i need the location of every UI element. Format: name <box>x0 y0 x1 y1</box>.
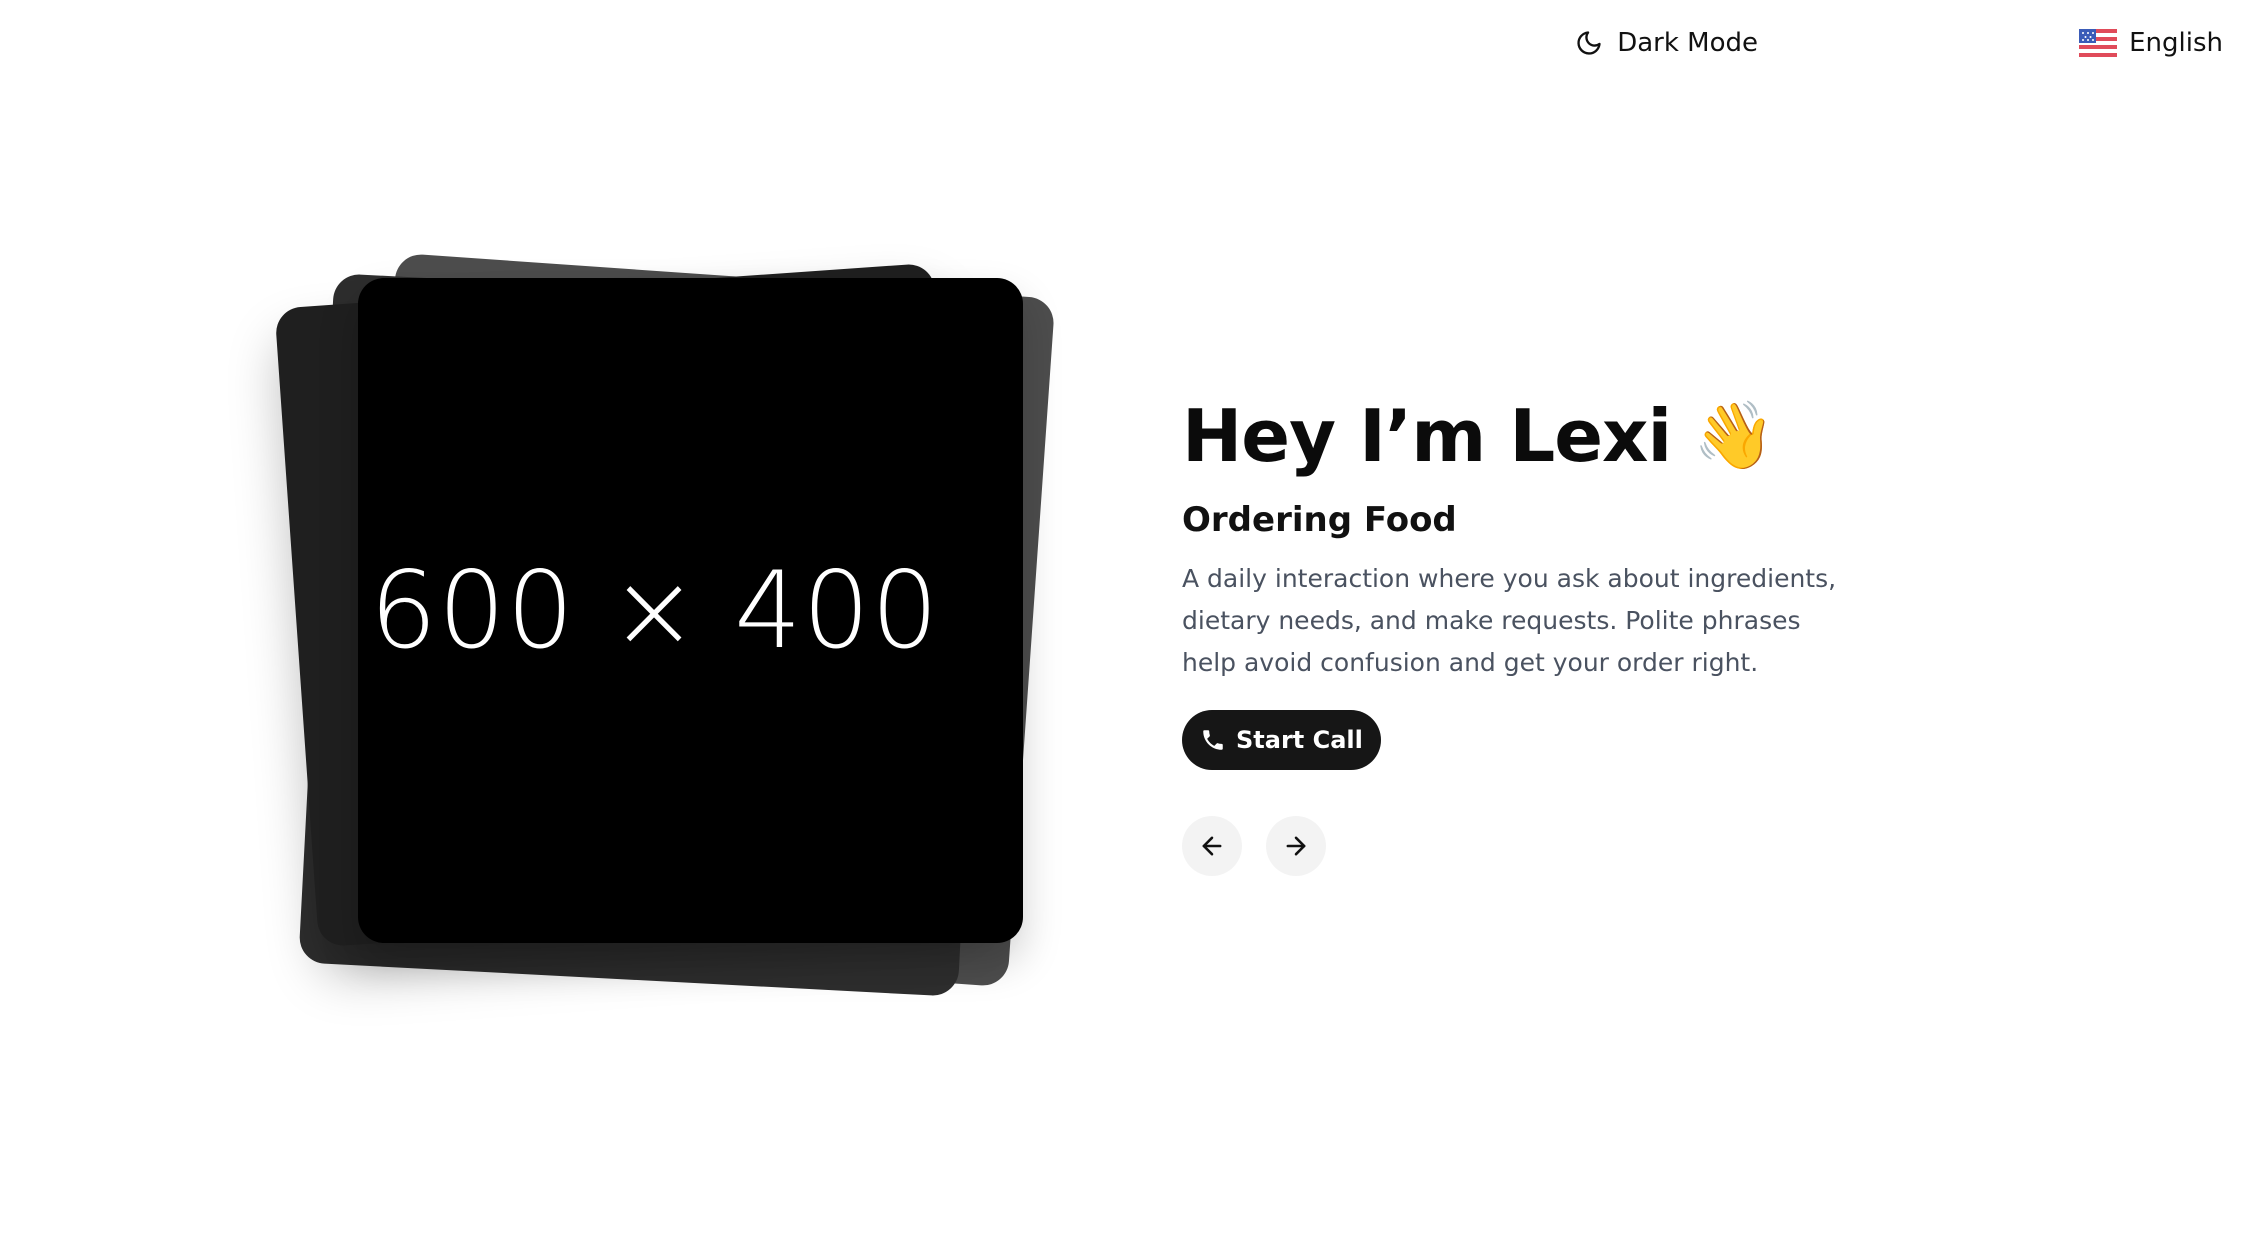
hero-description: A daily interaction where you ask about … <box>1182 564 1837 677</box>
start-call-button[interactable]: Start Call <box>1182 710 1381 770</box>
previous-button[interactable] <box>1182 816 1242 876</box>
dark-mode-button[interactable]: Dark Mode <box>1575 28 1758 58</box>
language-selector[interactable]: English <box>2079 28 2223 58</box>
us-flag-icon <box>2079 29 2118 57</box>
moon-icon <box>1577 31 1601 55</box>
arrow-right-icon <box>1286 836 1306 856</box>
image-placeholder-text: 600 × 400 <box>369 549 940 672</box>
dark-mode-label: Dark Mode <box>1617 28 1758 58</box>
next-button[interactable] <box>1266 816 1326 876</box>
card-front-image: 600 × 400 <box>358 278 1023 943</box>
phone-icon <box>1203 730 1223 750</box>
card-stack: 600 × 400 <box>274 252 1060 1015</box>
carousel-nav <box>1182 816 1882 876</box>
arrow-left-icon <box>1202 836 1222 856</box>
start-call-label: Start Call <box>1236 726 1363 754</box>
hero-title: Hey I’m Lexi 👋 <box>1182 400 1882 472</box>
language-label: English <box>2129 28 2223 58</box>
hero-subtitle: Ordering Food <box>1182 500 1457 540</box>
waving-hand-icon: 👋 <box>1693 397 1775 474</box>
hero-title-text: Hey I’m Lexi <box>1182 394 1672 478</box>
hero-content: Hey I’m Lexi 👋 Ordering Food A daily int… <box>1182 400 1882 876</box>
